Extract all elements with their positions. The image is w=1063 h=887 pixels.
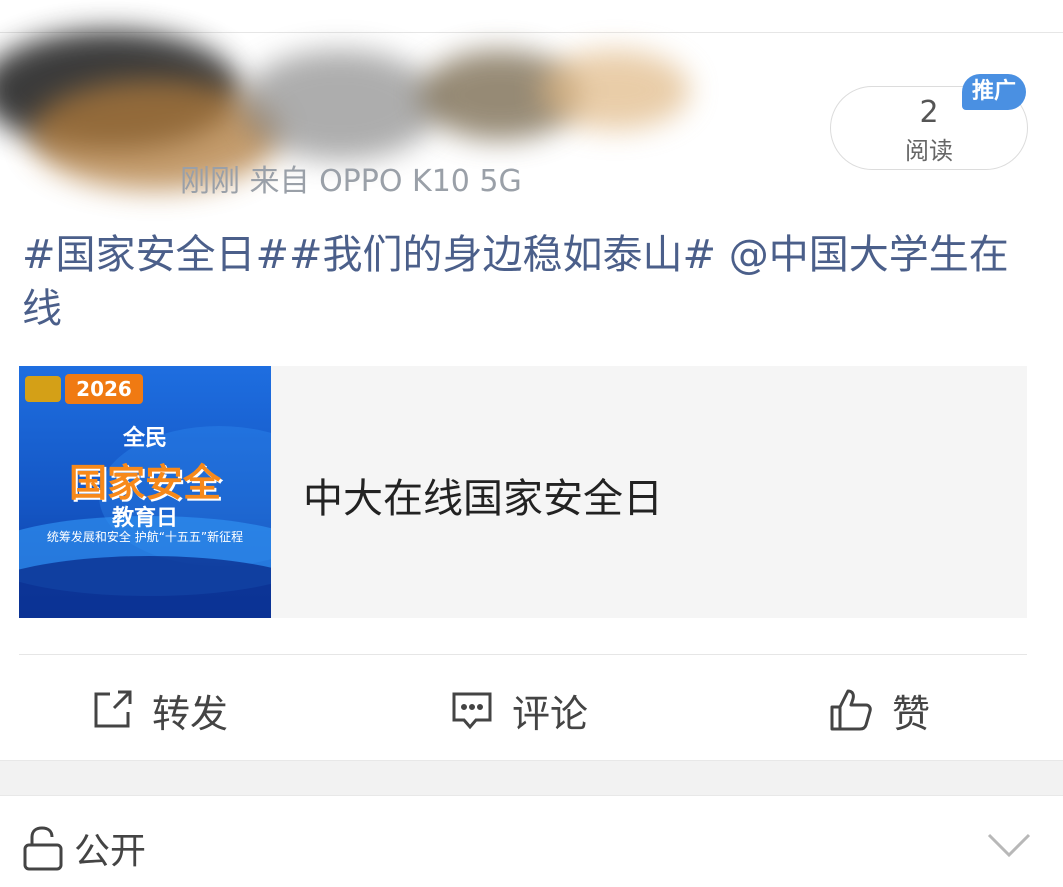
like-button[interactable]: 赞: [828, 684, 930, 736]
comment-button[interactable]: 评论: [450, 684, 588, 736]
top-divider: [0, 32, 1063, 33]
comment-label: 评论: [512, 691, 589, 736]
thumb-line1: 全民: [122, 426, 167, 451]
post-meta: 刚刚 来自 OPPO K10 5G: [180, 164, 522, 199]
thumb-line2: 国家安全: [68, 461, 221, 505]
repost-label: 转发: [152, 691, 229, 736]
card-thumbnail: 2026 全民 国家安全 教育日 统筹发展和安全 护航“十五五”新征程: [19, 366, 271, 618]
post-text[interactable]: #国家安全日##我们的身边稳如泰山# @中国大学生在线: [22, 228, 1022, 336]
repost-button[interactable]: 转发: [90, 684, 228, 736]
card-title: 中大在线国家安全日: [303, 476, 663, 522]
chevron-down-icon[interactable]: [986, 830, 1032, 860]
thumb-year: 2026: [65, 374, 143, 404]
thumbs-up-icon: [830, 689, 872, 731]
section-gap: [0, 760, 1063, 796]
thumb-slogan: 统筹发展和安全 护航“十五五”新征程: [46, 530, 244, 544]
read-label: 阅读: [905, 137, 953, 165]
comment-bubble-icon: [452, 692, 492, 730]
visibility-selector[interactable]: 公开: [22, 822, 146, 874]
action-divider: [19, 654, 1027, 655]
like-label: 赞: [892, 691, 931, 736]
promo-badge[interactable]: 推广: [962, 74, 1026, 110]
visibility-label: 公开: [74, 831, 147, 872]
emblem-icon: [25, 376, 61, 402]
share-edit-icon: [94, 690, 132, 728]
link-card[interactable]: 2026 全民 国家安全 教育日 统筹发展和安全 护航“十五五”新征程 中大在线…: [19, 366, 1027, 618]
lock-open-icon: [23, 826, 63, 871]
